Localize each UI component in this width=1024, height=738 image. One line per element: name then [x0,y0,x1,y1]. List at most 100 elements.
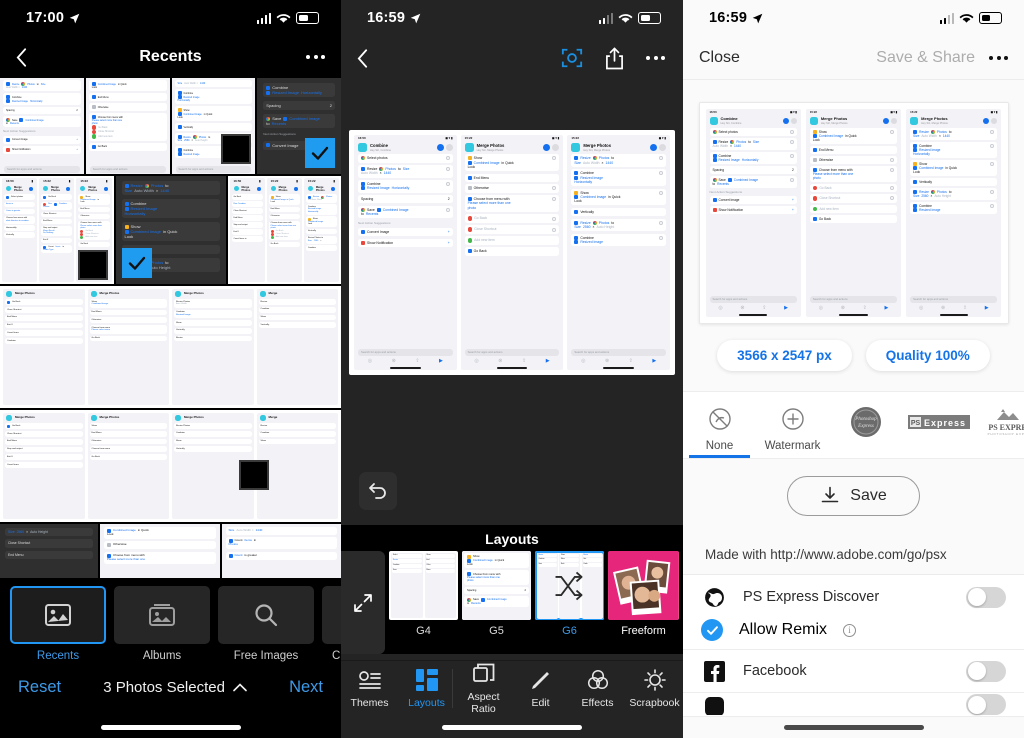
shortcut-screenshot: 15:22 ◼ ▾ ▮ Merge Photos Hey Siri, Merge P… [460,135,564,370]
toggle-facebook[interactable] [966,660,1006,682]
location-arrow-icon [410,13,421,23]
share-row-partial[interactable] [683,693,1024,717]
collage-cell: 16:50 ◼ ▾ ▮ Combine Hey Siri, Combine Sele… [705,109,801,317]
layout-thumbnail: Show Combined Image in Quick Look Choose fr… [462,551,531,620]
ellipsis-icon[interactable] [646,56,665,60]
no-watermark-icon [683,400,756,438]
nav-effects[interactable]: Effects [569,668,626,709]
check-icon [311,146,329,160]
nav-themes[interactable]: Themes [341,668,398,709]
cellular-bars-icon [256,12,271,24]
next-button[interactable]: Next [289,678,323,697]
save-and-share-button[interactable]: Save & Share [876,49,975,67]
chevron-left-icon[interactable] [357,48,368,68]
photo-thumbnail[interactable]: Merge Photos Go Back Close Shortcut End Men… [0,410,341,522]
photo-thumbnail[interactable]: 16:50 ▮ Merge Photos Go Back Run Combine Clos… [227,176,341,284]
shortcut-screenshot: 16:50 ◼ ▾ ▮ Combine Hey Siri, Combine Sele… [354,135,457,370]
toggle-partial[interactable] [966,694,1006,715]
home-indicator [341,725,683,730]
photo-thumbnail-selected[interactable]: Resize Photos to Size Auto Width × 1440 Co… [115,176,226,284]
photo-thumbnail[interactable]: 16:50 ▮ Merge Photos Select photos Items in C… [0,176,114,284]
quality-chip[interactable]: Quality 100% [865,340,990,371]
layouts-icon [398,668,455,692]
info-icon[interactable]: i [843,623,857,637]
photo-grid[interactable]: Resize Photos to Size Auto Width × 1440 Co… [0,78,341,578]
themes-icon [341,668,398,692]
watermark-custom[interactable]: Watermark [756,400,829,458]
nav-aspect-ratio[interactable]: Aspect Ratio [455,662,512,715]
close-button[interactable]: Close [699,49,740,67]
home-indicator [683,725,1024,730]
photo-thumbnail[interactable]: Combined Image in Quick Look Otherwise Ch… [100,524,220,578]
made-with-label: Made with http://www.adobe.com/go/psx [683,533,1024,575]
watermark-ps-express-box[interactable]: PS Express [902,400,975,458]
share-row-ps-express-discover[interactable]: PS Express Discover [683,575,1024,619]
battery-icon [296,12,319,24]
watermark-none[interactable]: None [683,400,756,458]
status-bar: 17:00 [0,0,341,36]
allow-remix-label: Allow Remix [739,621,828,638]
share-row-facebook[interactable]: Facebook [683,649,1024,693]
source-tab-bar[interactable]: Recents Albums Free Images Creative Clou… [0,578,341,662]
photos-selected-status[interactable]: 3 Photos Selected [103,679,247,696]
cellular-bars-icon [598,12,613,24]
save-button-container: Save [787,476,920,516]
allow-remix-row[interactable]: Allow Remix i [683,619,1024,649]
photo-thumbnail[interactable]: Resize Photos to Size Auto Width × 1440 Co… [0,78,84,174]
grid-row: 16:50 ▮ Merge Photos Select photos Items in C… [0,176,341,284]
nav-label: Layouts [408,697,445,709]
sidebar-item-recents[interactable]: Recents [10,586,106,662]
ellipsis-icon[interactable] [989,55,1008,60]
dimensions-chip[interactable]: 3566 x 2547 px [717,340,852,371]
layout-option-g4[interactable]: Select Resize Combine Save Show End Other Menu … [389,551,458,637]
toggle-ps-express-discover[interactable] [966,586,1006,608]
undo-button[interactable] [359,472,397,510]
share-row-label: PS Express Discover [743,589,880,605]
sidebar-item-albums[interactable]: Albums [114,586,210,662]
save-button[interactable]: Save [787,476,920,516]
layouts-strip[interactable]: Select Resize Combine Save Show End Other Menu … [341,551,683,654]
share-destinations-list[interactable]: PS Express Discover Allow Remix i Facebo… [683,575,1024,717]
ps-express-box-icon: PS Express [902,400,975,444]
photo-thumbnail[interactable]: Merge Photos Go Back Close Shortcut End Men… [0,286,341,408]
svg-text:PS EXPRESS: PS EXPRESS [988,423,1024,432]
export-preview[interactable]: 16:50 ◼ ▾ ▮ Combine Hey Siri, Combine Sele… [698,102,1009,324]
layout-option-freeform[interactable]: Freeform [608,551,679,637]
tab-label: Recents [36,650,80,662]
collage-cell: 16:50 ◼ ▾ ▮ Combine Hey Siri, Combine Sele… [354,135,457,370]
chevron-up-icon[interactable] [233,683,247,692]
focus-scan-icon[interactable] [561,47,583,69]
nav-layouts[interactable]: Layouts [398,668,455,709]
watermark-selector[interactable]: None Watermark Photoshop Express PS Expres… [683,391,1024,459]
editor-bottom-nav[interactable]: Themes Layouts Aspect Ratio Edit Effects… [341,660,683,716]
collage-preview[interactable]: 16:50 ◼ ▾ ▮ Combine Hey Siri, Combine Sele… [349,130,675,375]
svg-text:Express: Express [857,424,874,429]
chevron-left-icon[interactable] [16,47,27,67]
reset-button[interactable]: Reset [18,678,61,697]
photo-thumbnail[interactable]: Size 2560 × Auto Height Close Shortcut E… [0,524,98,578]
grid-row: Size 2560 × Auto Height Close Shortcut E… [0,524,341,578]
panel-collage-editor: 16:59 16:50 ◼ ▾ ▮ Combine Hey Siri, Comb… [341,0,683,738]
watermark-ps-express-mountain[interactable]: PS EXPRESSPHOTOSHOP EXPRESS [975,400,1024,458]
photo-thumbnail[interactable]: Combined Image in Quick Look End Menu Oth… [85,78,170,174]
photo-thumbnail[interactable]: Size Auto Width × 1440 Combine Resized Im… [171,78,256,174]
sidebar-item-creative-cloud[interactable]: Creative Cloud [322,586,341,662]
grid-row: Merge Photos Go Back Close Shortcut End Men… [0,286,341,408]
ellipsis-icon[interactable] [306,55,325,59]
layout-option-g5[interactable]: Show Combined Image in Quick Look Choose fr… [462,551,531,637]
search-icon [218,586,314,644]
photo-thumbnail-selected[interactable]: Combine Resized Image Horizontally Spacin… [257,78,341,174]
photos-icon [10,586,106,644]
sidebar-item-free-images[interactable]: Free Images [218,586,314,662]
nav-scrapbook[interactable]: Scrapbook [626,668,683,709]
battery-icon [979,12,1002,24]
editor-nav-bar [341,36,683,80]
watermark-ps-badge[interactable]: Photoshop Express [829,400,902,458]
status-time: 16:59 [709,10,748,26]
export-settings-chips[interactable]: 3566 x 2547 px Quality 100% [683,340,1024,371]
nav-edit[interactable]: Edit [512,668,569,709]
photo-thumbnail[interactable]: Size Auto Width × 1440 Count Items in Pho… [221,524,341,578]
layout-option-g6[interactable]: Resize Combine Save Show Menu Back Resize Vert C… [535,551,604,637]
expand-button[interactable] [341,551,385,654]
share-icon[interactable] [605,47,624,70]
